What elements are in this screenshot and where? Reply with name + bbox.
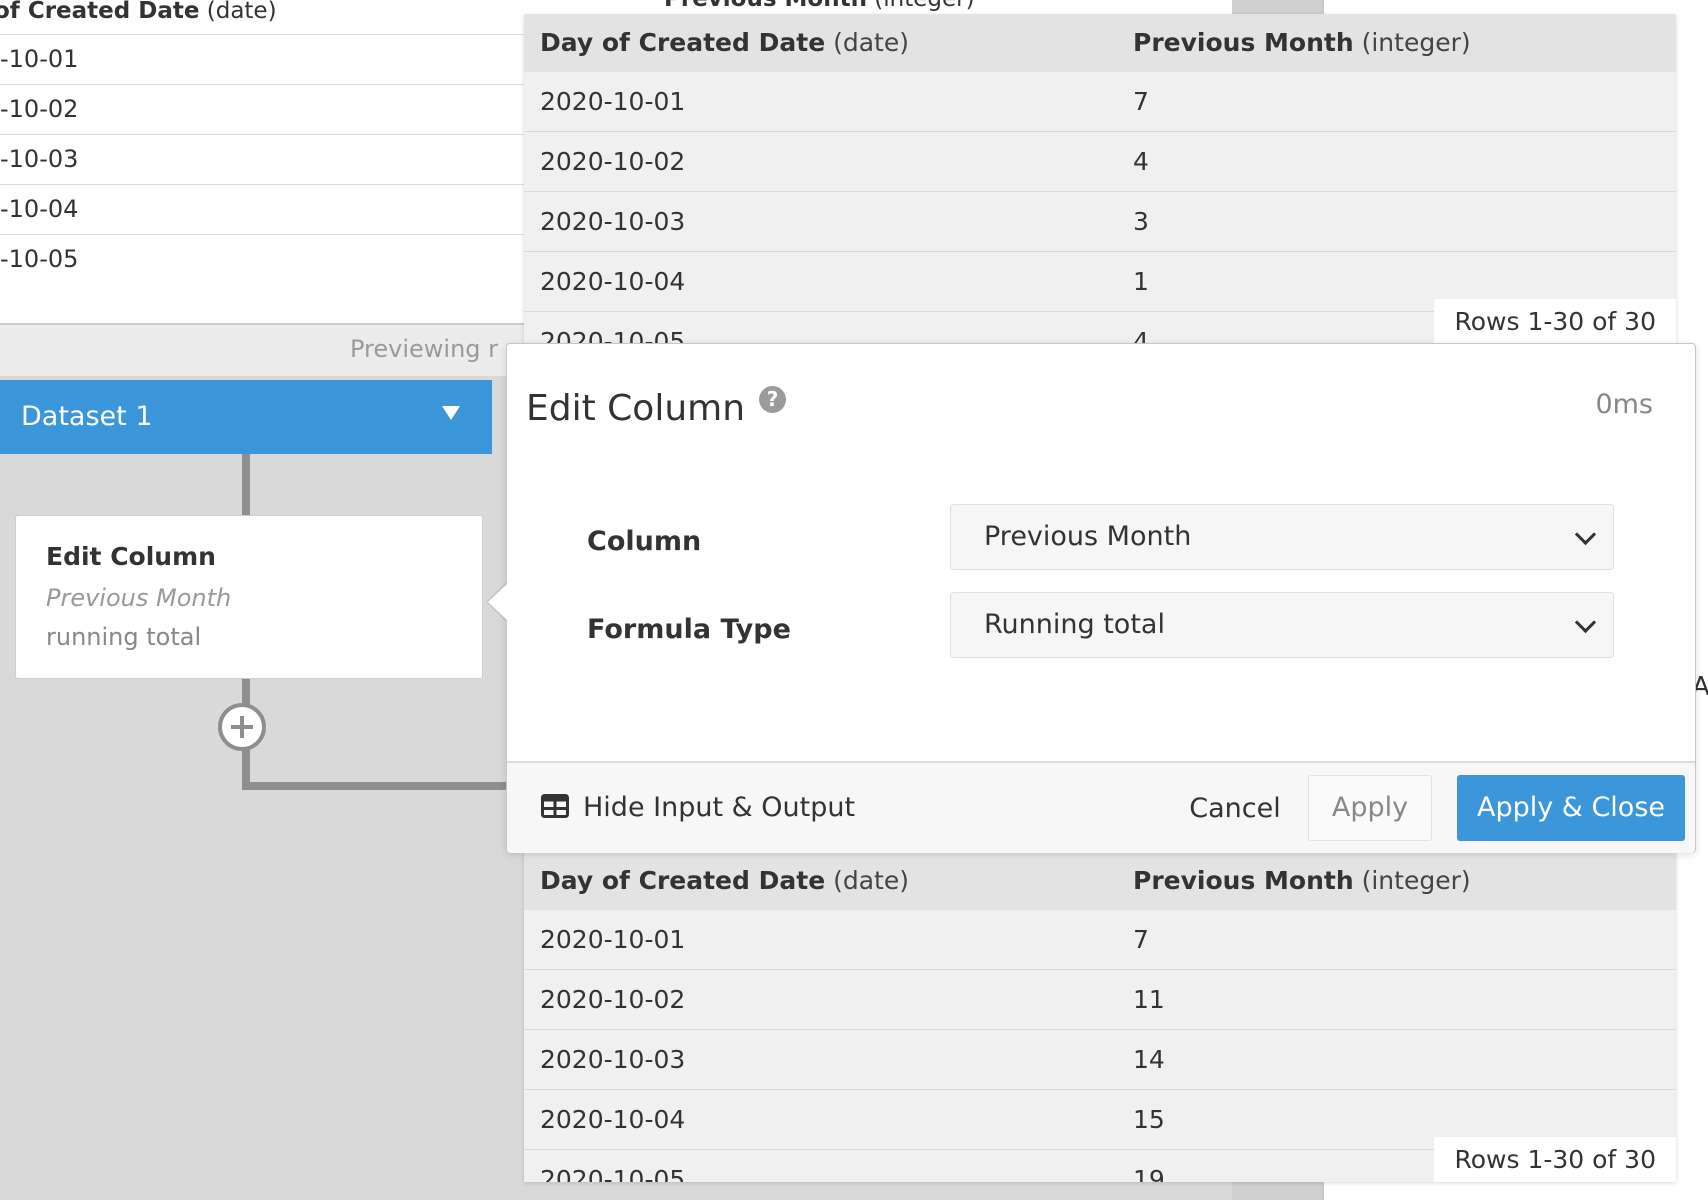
table-row: 2020-10-02 11 [524, 970, 1676, 1030]
table-row: 2020-10-03 3 [524, 192, 1676, 252]
formula-type-label: Formula Type [587, 614, 791, 645]
column-label: Column [587, 526, 702, 557]
formula-type-select[interactable]: Running total [950, 592, 1614, 658]
table-icon [541, 793, 569, 818]
pipeline-connector [242, 454, 250, 516]
step-formula: running total [46, 623, 202, 651]
add-step-icon[interactable] [218, 703, 266, 751]
output-col2-header: Previous Month (integer) [1133, 866, 1471, 895]
chevron-down-icon [1574, 611, 1597, 634]
formula-type-select-value: Running total [984, 609, 1165, 640]
table-row: 2020-10-01 7 [524, 910, 1676, 970]
modal-title: Edit Column [526, 388, 746, 429]
cancel-button[interactable]: Cancel [1165, 777, 1305, 841]
hide-input-output-toggle[interactable]: Hide Input & Output [541, 763, 855, 853]
modal-pointer-fill [488, 584, 507, 620]
help-icon[interactable]: ? [759, 386, 786, 413]
divider [0, 323, 530, 325]
previewing-text: Previewing r [350, 335, 499, 363]
step-title: Edit Column [46, 542, 216, 571]
input-col2-header: Previous Month (integer) [1133, 28, 1471, 57]
column-select-value: Previous Month [984, 521, 1192, 552]
apply-and-close-button[interactable]: Apply & Close [1457, 775, 1685, 841]
dataset-label: Dataset 1 [21, 401, 153, 432]
input-table-header: Day of Created Date (date) Previous Mont… [524, 14, 1676, 72]
output-col1-header: Day of Created Date (date) [540, 866, 909, 895]
hide-input-output-label: Hide Input & Output [583, 792, 856, 823]
column-select[interactable]: Previous Month [950, 504, 1614, 570]
table-row: 2020-10-02 4 [524, 132, 1676, 192]
row-count-label: Rows 1-30 of 30 [1434, 299, 1676, 344]
modal-footer: Hide Input & Output Cancel Apply Apply &… [507, 761, 1695, 853]
pipeline-step-edit-column[interactable]: Edit Column Previous Month running total [15, 515, 483, 679]
row-count-label: Rows 1-30 of 30 [1434, 1137, 1676, 1182]
input-data-table: Day of Created Date (date) Previous Mont… [524, 14, 1676, 344]
step-column: Previous Month [46, 584, 232, 612]
output-data-table: Day of Created Date (date) Previous Mont… [524, 852, 1676, 1182]
chevron-down-icon [1574, 523, 1597, 546]
table-row: 2020-10-03 14 [524, 1030, 1676, 1090]
background-col1-header: of Created Date (date) [0, 0, 277, 24]
pipeline-connector [242, 782, 508, 790]
pipeline-connector [242, 679, 250, 705]
timing-label: 0ms [1595, 389, 1653, 420]
dataset-selector[interactable]: Dataset 1 [0, 380, 492, 454]
output-table-header: Day of Created Date (date) Previous Mont… [524, 852, 1676, 910]
input-col1-header: Day of Created Date (date) [540, 28, 909, 57]
background-col2-header: Previous Month (integer) [664, 0, 975, 12]
caret-down-icon [442, 406, 460, 420]
table-row: 2020-10-01 7 [524, 72, 1676, 132]
edit-column-modal: Edit Column ? 0ms Column Previous Month … [506, 343, 1696, 853]
apply-button[interactable]: Apply [1308, 775, 1432, 841]
